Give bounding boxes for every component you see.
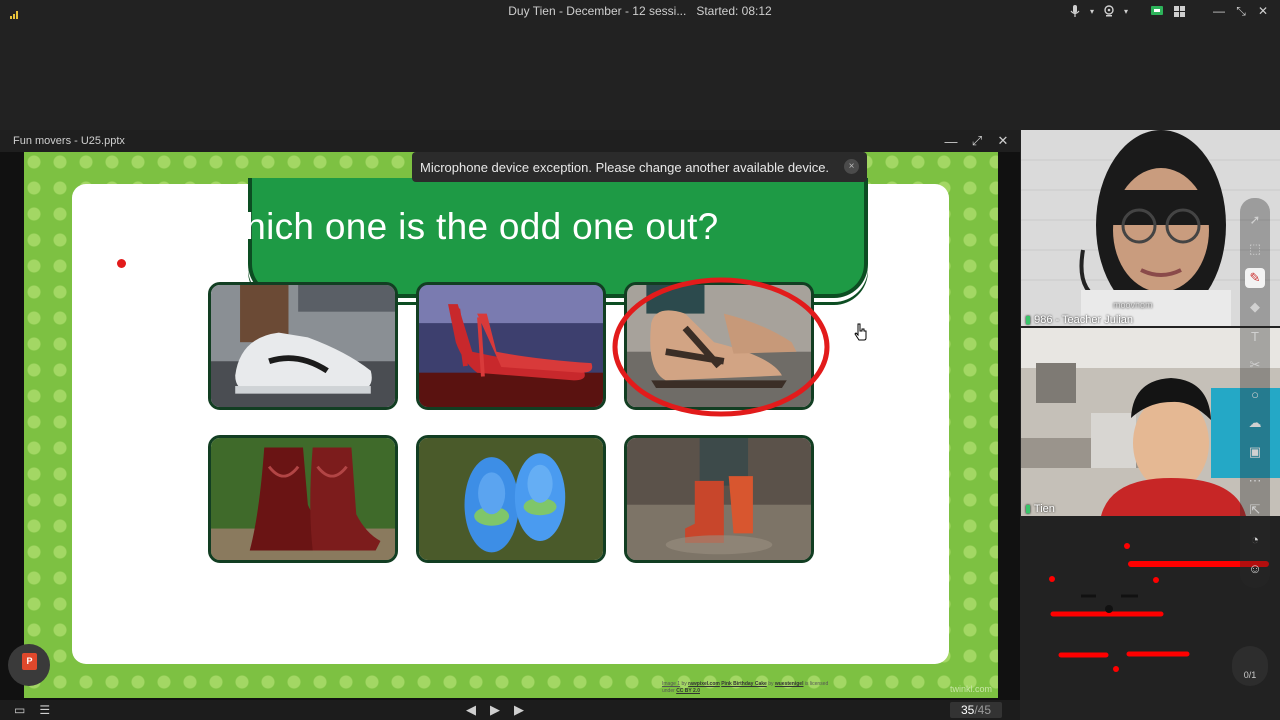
close-icon[interactable]: ×	[844, 159, 859, 174]
credit-image-2[interactable]: Pink Birthday Cake	[721, 681, 767, 687]
pointer-tool-icon[interactable]: ➚	[1245, 210, 1265, 230]
student-name: Tien	[1033, 503, 1055, 515]
users-icon[interactable]: ☺	[1245, 558, 1265, 578]
answer-circle	[612, 277, 830, 417]
presentation-file-title: Fun movers - U25.pptx	[13, 135, 125, 147]
image-credit: Image 1 by rawpixel.com Pink Birthday Ca…	[662, 681, 828, 695]
credit-license[interactable]: CC BY 2.0	[676, 688, 700, 694]
webcam-icon[interactable]	[1098, 0, 1120, 22]
image-high-heels[interactable]	[416, 282, 606, 410]
page-indicator[interactable]: 35/45	[950, 702, 1002, 718]
teacher-name-label: ▮ 986 - Teacher Julian	[1025, 313, 1133, 326]
minimize-icon[interactable]: —	[940, 130, 962, 152]
powerpoint-app-button[interactable]: P	[8, 644, 50, 686]
teacher-name: 986 - Teacher Julian	[1034, 314, 1133, 326]
counter-value: 0/1	[1243, 670, 1257, 680]
microphone-icon[interactable]	[1064, 0, 1086, 22]
presentation-window-controls: — ⤢ ✕	[940, 130, 1014, 152]
video-overlay-text: moovnom	[1113, 300, 1153, 310]
credit-under: under	[662, 688, 675, 694]
chat-icon[interactable]: ◔	[1245, 529, 1265, 549]
presentation-window: Fun movers - U25.pptx — ⤢ ✕ Which one is…	[0, 130, 1020, 700]
credit-image-label: Image 1	[662, 681, 681, 687]
sidebar-toggle-icon[interactable]: ▭	[14, 703, 25, 717]
credit-by-1: by	[681, 681, 687, 687]
eraser-tool-icon[interactable]: ◆	[1245, 297, 1265, 317]
image-slippers[interactable]	[416, 435, 606, 563]
slide-heading: Which one is the odd one out?	[210, 206, 719, 247]
slide: Which one is the odd one out? Image 1 by…	[24, 152, 998, 698]
image-cowboy-boots[interactable]	[208, 435, 398, 563]
started-time: Started: 08:12	[696, 4, 772, 18]
session-title: Duy Tien - December - 12 sessi...	[508, 4, 687, 18]
mic-active-icon: ▮	[1025, 314, 1032, 326]
credit-author-2[interactable]: wuestenigel	[775, 681, 804, 687]
pen-tool-icon[interactable]: ✎	[1245, 268, 1265, 288]
text-tool-icon[interactable]: T	[1245, 326, 1265, 346]
select-tool-icon[interactable]: ⬚	[1245, 239, 1265, 259]
pointer-dot	[117, 259, 126, 268]
credit-by-2: by	[768, 681, 774, 687]
shape-tool-icon[interactable]: ○	[1245, 384, 1265, 404]
play-icon[interactable]: ▶	[490, 702, 500, 718]
next-slide-icon[interactable]: ▶	[514, 702, 524, 718]
powerpoint-icon: P	[22, 653, 37, 670]
annotation-toolbar: ➚ ⬚ ✎ ◆ T ✂ ○ ☁ ▣ ⋯ ⇱ ◔ ☺	[1240, 198, 1270, 588]
chevron-down-icon[interactable]: ▾	[1086, 0, 1098, 22]
previous-slide-icon[interactable]: ◀	[466, 702, 476, 718]
more-tools-icon[interactable]: ⋯	[1245, 471, 1265, 491]
presentation-title-bar: Fun movers - U25.pptx — ⤢ ✕	[0, 130, 1020, 152]
classroom-app: Duy Tien - December - 12 sessi... Started…	[0, 0, 1280, 720]
watermark: twinkl.com	[949, 684, 992, 694]
student-name-label: ▮ Tien	[1025, 502, 1055, 515]
slide-card: Which one is the odd one out? Image 1 by…	[72, 178, 949, 694]
briefcase-icon[interactable]: ▣	[1245, 442, 1265, 462]
participant-counter[interactable]: 0/1	[1232, 646, 1268, 686]
close-icon[interactable]: ✕	[992, 130, 1014, 152]
close-icon[interactable]: ✕	[1252, 0, 1274, 22]
cloud-icon[interactable]: ☁	[1245, 413, 1265, 433]
share-icon[interactable]: ⇱	[1245, 500, 1265, 520]
empty-area	[0, 22, 1280, 130]
current-page: 35	[960, 703, 975, 717]
mic-icon: ▮	[1025, 503, 1032, 515]
slide-controls-bar: ▭ ☰ ◀ ▶ ▶ 35/45	[0, 700, 1020, 720]
image-sneaker[interactable]	[208, 282, 398, 410]
fullscreen-icon[interactable]: ⤡	[1230, 0, 1252, 22]
total-pages: /45	[974, 703, 992, 717]
grid-icon[interactable]	[1168, 0, 1190, 22]
image-rain-boots[interactable]	[624, 435, 814, 563]
top-right-controls: ▾ ▾ — ⤡ ✕	[1064, 0, 1280, 22]
cut-tool-icon[interactable]: ✂	[1245, 355, 1265, 375]
toast-message: Microphone device exception. Please chan…	[420, 159, 830, 175]
hand-cursor-icon	[854, 323, 868, 346]
screen-share-icon[interactable]	[1146, 0, 1168, 22]
top-bar: Duy Tien - December - 12 sessi... Started…	[0, 0, 1280, 22]
chevron-down-icon[interactable]: ▾	[1120, 0, 1132, 22]
notes-icon[interactable]: ☰	[39, 703, 50, 717]
minimize-icon[interactable]: —	[1208, 0, 1230, 22]
error-toast: Microphone device exception. Please chan…	[412, 152, 867, 182]
credit-licensed: is licensed	[804, 681, 829, 687]
credit-source-1[interactable]: rawpixel.com	[688, 681, 720, 687]
expand-icon[interactable]: ⤢	[966, 130, 988, 152]
